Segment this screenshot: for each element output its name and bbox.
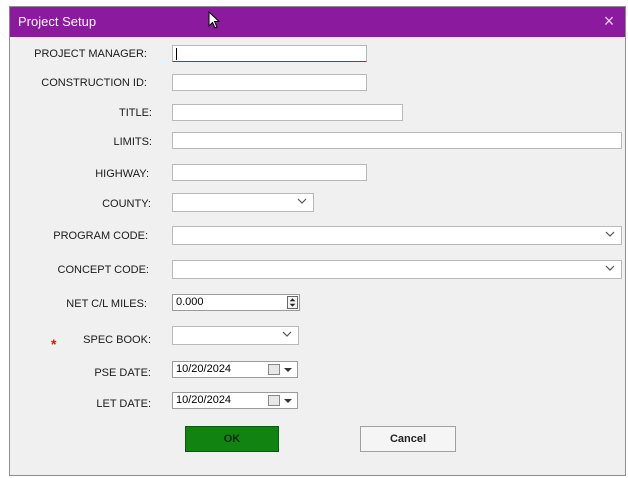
limits-label: LIMITS: (113, 136, 152, 148)
limits-input[interactable] (172, 132, 622, 149)
title-input[interactable] (172, 104, 403, 121)
spec-book-label: SPEC BOOK: (83, 334, 151, 346)
chevron-down-icon (282, 331, 292, 337)
let-date-label: LET DATE: (96, 398, 151, 410)
pse-date-picker[interactable]: 10/20/2024 (172, 361, 298, 378)
text-caret (176, 48, 177, 60)
let-date-picker[interactable]: 10/20/2024 (172, 392, 298, 409)
window-title: Project Setup (18, 14, 97, 29)
construction-id-label: CONSTRUCTION ID: (41, 77, 147, 89)
project-manager-label: PROJECT MANAGER: (34, 48, 147, 60)
project-manager-input[interactable] (172, 45, 367, 62)
chevron-down-icon (605, 231, 615, 237)
pse-date-value: 10/20/2024 (176, 363, 232, 375)
construction-id-input[interactable] (172, 74, 367, 91)
highway-label: HIGHWAY: (95, 168, 149, 180)
dropdown-arrow-icon[interactable] (284, 399, 292, 403)
ok-button[interactable]: OK (185, 426, 279, 452)
spinner-icon[interactable] (287, 296, 298, 309)
pse-date-label: PSE DATE: (94, 367, 151, 379)
spec-book-dropdown[interactable] (172, 326, 299, 345)
let-date-value: 10/20/2024 (176, 394, 232, 406)
county-label: COUNTY: (102, 198, 151, 210)
highway-input[interactable] (172, 164, 367, 181)
program-code-label: PROGRAM CODE: (53, 230, 148, 242)
county-dropdown[interactable] (172, 193, 314, 212)
chevron-down-icon (605, 265, 615, 271)
net-cl-miles-value: 0.000 (176, 296, 204, 308)
chevron-down-icon (297, 198, 307, 204)
title-label: TITLE: (118, 107, 152, 119)
calendar-icon[interactable] (268, 364, 280, 375)
net-cl-miles-spinner[interactable]: 0.000 (172, 294, 300, 311)
program-code-dropdown[interactable] (172, 226, 622, 245)
cancel-button[interactable]: Cancel (360, 426, 456, 452)
concept-code-dropdown[interactable] (172, 260, 622, 279)
mouse-cursor-icon (208, 11, 220, 29)
concept-code-label: CONCEPT CODE: (57, 264, 149, 276)
dropdown-arrow-icon[interactable] (284, 368, 292, 372)
net-cl-miles-label: NET C/L MILES: (66, 298, 147, 310)
close-icon[interactable]: × (599, 11, 619, 31)
title-bar[interactable]: Project Setup × (10, 7, 625, 37)
calendar-icon[interactable] (268, 395, 280, 406)
